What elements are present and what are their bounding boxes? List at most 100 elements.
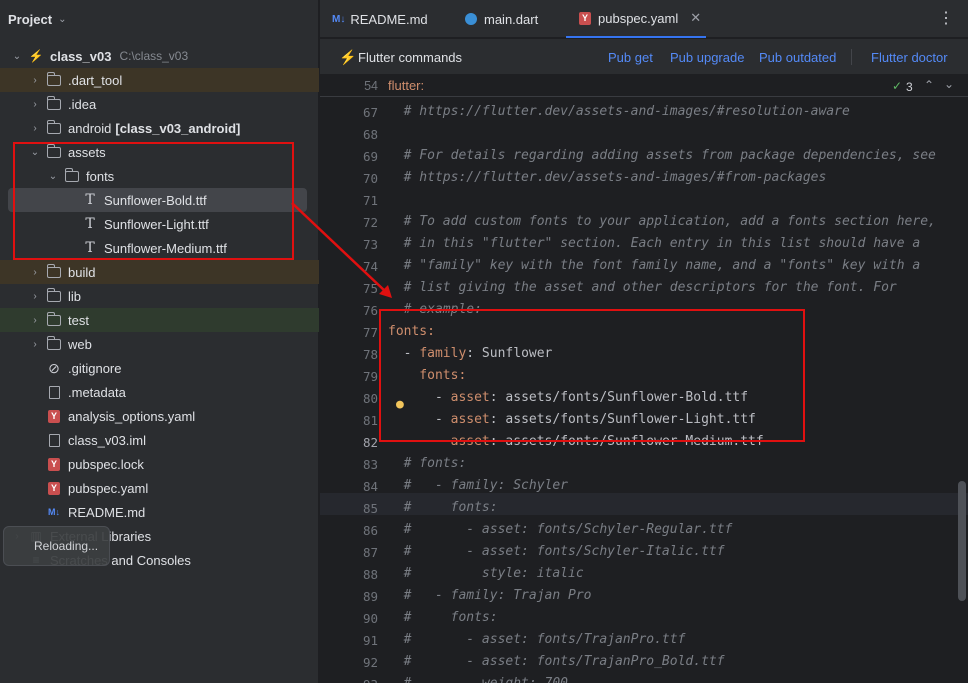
line-number: 87 (362, 545, 378, 560)
code-line: # in this "flutter" section. Each entry … (388, 236, 921, 251)
markdown-file-icon: M↓ (48, 507, 60, 517)
tree-row-label: pubspec.lock (68, 456, 144, 472)
tree-row-label: class_v03.iml (68, 432, 147, 448)
line-number: 54 (364, 79, 378, 93)
tree-row[interactable]: Ypubspec.lock (0, 452, 319, 476)
chevron-right-icon[interactable]: › (28, 75, 42, 86)
code-line: # - asset: fonts/Schyler-Regular.ttf (388, 522, 733, 537)
tree-row[interactable]: ⊘ .gitignore (0, 356, 319, 380)
tree-row-label: .metadata (68, 384, 126, 400)
reloading-popup: Reloading... (3, 526, 110, 566)
line-number: 92 (362, 655, 378, 670)
vertical-scrollbar[interactable] (958, 481, 966, 601)
tab-pubspec-yaml[interactable]: Y pubspec.yaml ✕ (566, 0, 706, 38)
line-number: 76 (362, 303, 378, 318)
tab-main-dart[interactable]: main.dart (465, 0, 538, 38)
code-line: # weight: 700 (388, 676, 568, 683)
pub-outdated-link[interactable]: Pub outdated (759, 50, 836, 65)
code-line: # - family: Schyler (388, 478, 569, 493)
chevron-right-icon[interactable]: › (28, 339, 42, 350)
folder-icon (46, 95, 62, 111)
project-title: Project (8, 11, 53, 27)
file-icon (46, 433, 62, 447)
more-options-icon[interactable]: ⋮ (938, 8, 954, 28)
inspection-count: 3 (906, 80, 913, 94)
tree-row[interactable]: › .idea (0, 92, 319, 116)
pub-upgrade-link[interactable]: Pub upgrade (670, 50, 744, 65)
tree-row[interactable]: › lib (0, 284, 319, 308)
chevron-right-icon[interactable]: › (28, 315, 42, 326)
line-number: 85 (362, 501, 378, 516)
line-number: 68 (362, 127, 378, 142)
tree-row[interactable]: class_v03.iml (0, 428, 319, 452)
line-number: 86 (362, 523, 378, 538)
project-path: C:\class_v03 (119, 49, 189, 63)
line-number: 70 (362, 171, 378, 186)
line-number: 72 (362, 215, 378, 230)
module-name: [class_v03_android] (115, 120, 241, 136)
yaml-file-icon: Y (579, 11, 591, 25)
chevron-right-icon[interactable]: › (28, 99, 42, 110)
line-number: 93 (320, 677, 378, 683)
code-line: # To add custom fonts to your applicatio… (388, 214, 936, 229)
chevron-up-icon[interactable]: ⌃ (924, 78, 934, 92)
chevron-right-icon[interactable]: › (28, 291, 42, 302)
flutter-commands-label: Flutter commands (358, 50, 463, 65)
flutter-doctor-link[interactable]: Flutter doctor (871, 50, 948, 65)
sticky-line: 54 flutter: ✓ 3 ⌃ ⌄ (320, 75, 968, 97)
tree-row-label: build (68, 264, 96, 280)
editor-tabs: M↓ README.md main.dart Y pubspec.yaml ✕ … (320, 0, 968, 38)
tree-row[interactable]: › .dart_tool (0, 68, 319, 92)
code-line: # style: italic (388, 566, 584, 581)
tree-row[interactable]: .metadata (0, 380, 319, 404)
code-line: # fonts: (388, 500, 498, 515)
markdown-file-icon: M↓ (332, 13, 346, 25)
tree-row[interactable]: › web (0, 332, 319, 356)
tree-row[interactable]: Ypubspec.yaml (0, 476, 319, 500)
folder-icon (46, 311, 62, 327)
tab-readme[interactable]: M↓ README.md (332, 0, 428, 38)
line-number: 73 (362, 237, 378, 252)
chevron-right-icon[interactable]: › (28, 123, 42, 134)
tree-row[interactable]: › test (0, 308, 319, 332)
sticky-code: flutter: (388, 78, 425, 93)
annotation-box-fonts-config (379, 309, 805, 442)
tree-row[interactable]: M↓ README.md (0, 500, 319, 524)
dart-file-icon (465, 13, 477, 25)
separator (851, 49, 852, 65)
line-number: 83 (362, 457, 378, 472)
code-line: # "family" key with the font family name… (388, 258, 921, 273)
line-number: 90 (362, 611, 378, 626)
folder-icon (46, 71, 62, 87)
chevron-down-icon[interactable]: ⌄ (10, 51, 24, 62)
tree-row[interactable]: › android [class_v03_android] (0, 116, 319, 140)
line-number: 81 (362, 413, 378, 428)
code-line: # list giving the asset and other descri… (388, 280, 897, 295)
folder-icon (46, 119, 62, 135)
tree-row-label: test (68, 312, 89, 328)
project-panel-header[interactable]: Project ⌄ (0, 0, 319, 38)
close-icon[interactable]: ✕ (690, 10, 701, 26)
line-number: 69 (362, 149, 378, 164)
tree-row-label: README.md (68, 504, 146, 520)
chevron-right-icon[interactable]: › (28, 267, 42, 278)
tree-row-label: .gitignore (68, 360, 122, 376)
pub-get-link[interactable]: Pub get (608, 50, 653, 65)
file-icon (46, 385, 62, 399)
tree-row[interactable]: ⌄ ⚡ class_v03 C:\class_v03 (0, 44, 319, 68)
code-line: # fonts: (388, 456, 467, 471)
chevron-down-icon[interactable]: ⌄ (944, 77, 954, 91)
code-line: # - asset: fonts/Schyler-Italic.ttf (388, 544, 725, 559)
tree-row-label: class_v03 (50, 48, 112, 64)
tree-row-label: .idea (68, 96, 97, 112)
tree-row-label: .dart_tool (68, 72, 123, 88)
tree-row[interactable]: › build (0, 260, 319, 284)
tree-row-label: lib (68, 288, 82, 304)
tree-row[interactable]: Yanalysis_options.yaml (0, 404, 319, 428)
tree-row-label: analysis_options.yaml (68, 408, 196, 424)
code-line: # - asset: fonts/TrajanPro.ttf (388, 632, 686, 647)
folder-icon (46, 287, 62, 303)
code-line: # - asset: fonts/TrajanPro_Bold.ttf (388, 654, 725, 669)
line-number: 77 (362, 325, 378, 340)
check-icon: ✓ (892, 79, 903, 93)
